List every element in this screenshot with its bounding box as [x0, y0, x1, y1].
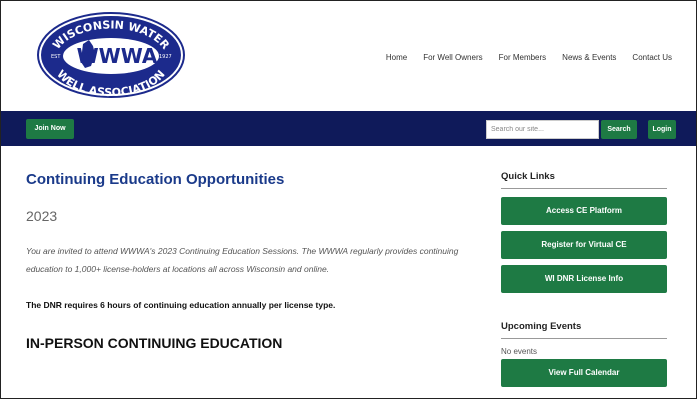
intro-paragraph: You are invited to attend WWWA's 2023 Co… — [26, 246, 459, 274]
nav-news-events[interactable]: News & Events — [562, 53, 616, 62]
access-ce-platform-button[interactable]: Access CE Platform — [501, 197, 667, 225]
login-button[interactable]: Login — [648, 120, 676, 139]
dnr-requirement-note: The DNR requires 6 hours of continuing e… — [26, 300, 336, 310]
nav-home[interactable]: Home — [386, 53, 407, 62]
sidebar: Quick Links Access CE Platform Register … — [501, 171, 667, 387]
quick-links-title: Quick Links — [501, 171, 667, 189]
search-button[interactable]: Search — [601, 120, 637, 139]
nav-contact-us[interactable]: Contact Us — [632, 53, 672, 62]
navigation-bar: Join Now Search Login — [1, 111, 696, 146]
in-person-section-title: IN-PERSON CONTINUING EDUCATION — [26, 335, 283, 351]
view-full-calendar-button[interactable]: View Full Calendar — [501, 359, 667, 387]
page-title: Continuing Education Opportunities — [26, 171, 285, 188]
wwwa-logo[interactable]: WISCONSIN WATER WWWA WELL ASSOCIATION ES… — [35, 10, 187, 100]
site-header: WISCONSIN WATER WWWA WELL ASSOCIATION ES… — [1, 1, 696, 111]
nav-for-well-owners[interactable]: For Well Owners — [423, 53, 482, 62]
main-content: Continuing Education Opportunities 2023 … — [26, 171, 481, 351]
search-input[interactable] — [486, 120, 599, 139]
year-heading: 2023 — [26, 208, 58, 224]
page-frame: WISCONSIN WATER WWWA WELL ASSOCIATION ES… — [0, 0, 697, 399]
join-now-button[interactable]: Join Now — [26, 119, 74, 139]
nav-for-members[interactable]: For Members — [499, 53, 547, 62]
upcoming-events-title: Upcoming Events — [501, 321, 667, 339]
no-events-text: No events — [501, 347, 538, 356]
logo-est: EST — [51, 54, 61, 60]
logo-abbrev: WWWA — [77, 44, 158, 68]
wi-dnr-license-info-button[interactable]: WI DNR License Info — [501, 265, 667, 293]
register-virtual-ce-button[interactable]: Register for Virtual CE — [501, 231, 667, 259]
top-navigation: Home For Well Owners For Members News & … — [386, 53, 672, 62]
logo-year: 1927 — [159, 54, 172, 60]
